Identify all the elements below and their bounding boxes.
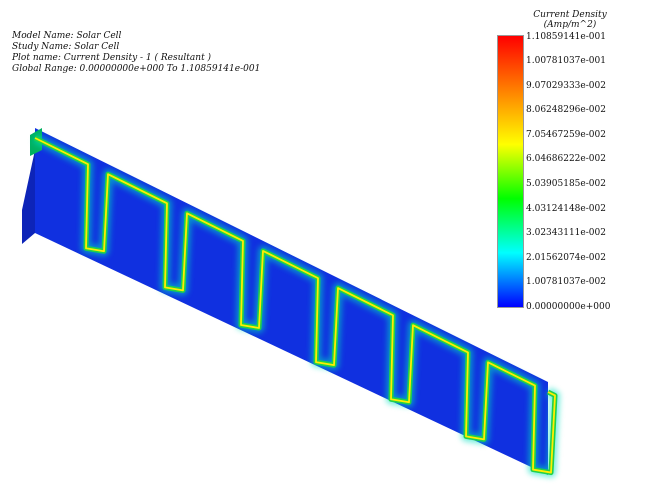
solar-cell-model-view[interactable] <box>0 0 650 490</box>
model-side-face <box>22 150 35 244</box>
